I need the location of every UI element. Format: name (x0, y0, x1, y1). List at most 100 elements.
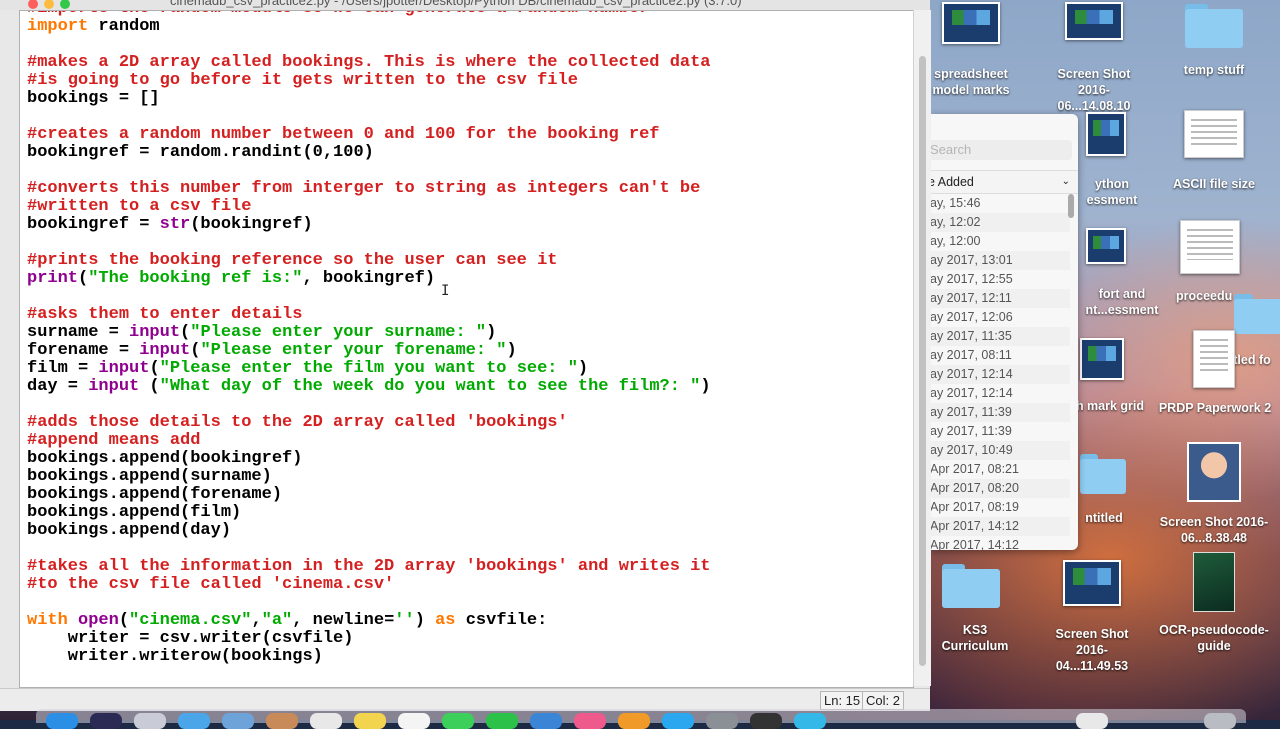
code-line[interactable]: #written to a csv file (27, 198, 711, 216)
desktop-icon-spreadsheet-model-marks[interactable]: spreadsheet model marks (930, 2, 1012, 98)
finder-list-item[interactable]: Apr 2017, 14:12 (930, 536, 1070, 550)
finder-list-item[interactable]: Apr 2017, 08:21 (930, 460, 1070, 479)
finder-list-item[interactable]: Apr 2017, 14:12 (930, 517, 1070, 536)
vertical-scrollbar[interactable] (913, 10, 931, 686)
finder-list-item[interactable]: ay 2017, 11:39 (930, 403, 1070, 422)
code-line[interactable]: #creates a random number between 0 and 1… (27, 126, 711, 144)
code-line[interactable]: bookings.append(surname) (27, 468, 711, 486)
finder-list-item[interactable]: ay 2017, 11:39 (930, 422, 1070, 441)
finder-list-item[interactable]: ay 2017, 11:35 (930, 327, 1070, 346)
finder-list-item[interactable]: ay 2017, 08:11 (930, 346, 1070, 365)
trash-dock-icon[interactable] (1204, 713, 1236, 729)
scrollbar-thumb[interactable] (919, 56, 926, 666)
finder-list-item[interactable]: ay 2017, 12:11 (930, 289, 1070, 308)
code-line[interactable]: #prints the booking reference so the use… (27, 252, 711, 270)
zoom-window-icon[interactable] (60, 0, 70, 9)
code-line[interactable]: forename = input("Please enter your fore… (27, 342, 711, 360)
code-line[interactable] (27, 540, 711, 558)
code-line[interactable]: bookings.append(film) (27, 504, 711, 522)
desktop-folder-ks3-curriculum[interactable]: KS3 Curriculum (930, 560, 1020, 654)
code-line[interactable] (27, 108, 711, 126)
finder-list-item[interactable]: ay 2017, 12:06 (930, 308, 1070, 327)
finder-search-input[interactable]: Search (930, 140, 1072, 160)
code-line[interactable] (27, 396, 711, 414)
code-line[interactable]: print("The booking ref is:", bookingref) (27, 270, 711, 288)
code-line[interactable]: #takes all the information in the 2D arr… (27, 558, 711, 576)
finder-list-item[interactable]: ay 2017, 13:01 (930, 251, 1070, 270)
desktop-icon-python-assessment[interactable]: ython essment (1080, 112, 1144, 208)
finder-dock-icon[interactable] (46, 713, 78, 729)
code-line[interactable]: #makes a 2D array called bookings. This … (27, 54, 711, 72)
code-line[interactable]: bookings.append(day) (27, 522, 711, 540)
desktop-icon-screenshot-2[interactable]: Screen Shot 2016-06...8.38.48 (1156, 442, 1272, 546)
code-line[interactable]: bookingref = random.randint(0,100) (27, 144, 711, 162)
code-line[interactable]: #append means add (27, 432, 711, 450)
code-line[interactable]: bookings = [] (27, 90, 711, 108)
finder-list-item[interactable]: ay, 15:46 (930, 194, 1070, 213)
finder-list-item[interactable]: ay 2017, 12:55 (930, 270, 1070, 289)
finder-list-item[interactable]: Apr 2017, 08:20 (930, 479, 1070, 498)
finder-list-item[interactable]: ay, 12:02 (930, 213, 1070, 232)
terminal-dock-icon[interactable] (750, 713, 782, 729)
code-line[interactable]: surname = input("Please enter your surna… (27, 324, 711, 342)
code-line[interactable]: import random (27, 18, 711, 36)
code-line[interactable] (27, 594, 711, 612)
code-line[interactable]: bookingref = str(bookingref) (27, 216, 711, 234)
system-preferences-dock-icon[interactable] (706, 713, 738, 729)
desktop-folder-untitled[interactable]: ntitled (1074, 452, 1134, 526)
desktop-icon-screenshot-3[interactable]: Screen Shot 2016-04...11.49.53 (1040, 560, 1144, 674)
code-line[interactable]: writer.writerow(bookings) (27, 648, 711, 666)
finder-list-item[interactable]: ay 2017, 12:14 (930, 384, 1070, 403)
source-code[interactable]: #imports the random module so we can gen… (27, 11, 711, 666)
finder-list-item[interactable]: Apr 2017, 08:19 (930, 498, 1070, 517)
finder-list-item[interactable]: ay 2017, 12:14 (930, 365, 1070, 384)
safari-dock-icon[interactable] (178, 713, 210, 729)
siri-dock-icon[interactable] (90, 713, 122, 729)
reminders-dock-icon[interactable] (398, 713, 430, 729)
code-line[interactable] (27, 36, 711, 54)
code-text-area[interactable]: #imports the random module so we can gen… (19, 10, 914, 688)
finder-window[interactable]: Search e Added ⌄ ay, 15:46 ay, 12:02 ay, 1… (930, 114, 1078, 550)
code-line[interactable] (27, 288, 711, 306)
desktop-icon-ocr-pseudocode-guide[interactable]: OCR-pseudocode-guide (1154, 552, 1274, 654)
code-line[interactable]: film = input("Please enter the film you … (27, 360, 711, 378)
desktop-folder-temp-stuff[interactable]: temp stuff (1172, 2, 1256, 78)
code-line[interactable] (27, 234, 711, 252)
finder-sort-header[interactable]: e Added ⌄ (930, 170, 1078, 194)
code-line[interactable]: writer = csv.writer(csvfile) (27, 630, 711, 648)
code-line[interactable]: day = input ("What day of the week do yo… (27, 378, 711, 396)
desktop-icon-prdp-paperwork-2[interactable]: PRDP Paperwork 2 (1155, 330, 1275, 416)
code-line[interactable]: #adds those details to the 2D array call… (27, 414, 711, 432)
document-dock-icon[interactable] (1076, 713, 1108, 729)
close-window-icon[interactable] (28, 0, 38, 9)
launchpad-dock-icon[interactable] (134, 713, 166, 729)
books-dock-icon[interactable] (618, 713, 650, 729)
facetime-dock-icon[interactable] (486, 713, 518, 729)
contacts-dock-icon[interactable] (266, 713, 298, 729)
desktop-icon-screenshot-1[interactable]: Screen Shot 2016-06...14.08.10 (1048, 2, 1140, 114)
notes-dock-icon[interactable] (354, 713, 386, 729)
code-line[interactable]: #is going to go before it gets written t… (27, 72, 711, 90)
finder-list-item[interactable]: ay 2017, 10:49 (930, 441, 1070, 460)
minimize-window-icon[interactable] (44, 0, 54, 9)
itunes-dock-icon[interactable] (574, 713, 606, 729)
keynote-dock-icon[interactable] (530, 713, 562, 729)
app-store-dock-icon[interactable] (662, 713, 694, 729)
app-dock-icon[interactable] (794, 713, 826, 729)
code-line[interactable]: #converts this number from interger to s… (27, 180, 711, 198)
code-line[interactable]: #to the csv file called 'cinema.csv' (27, 576, 711, 594)
desktop-icon-effort-assessment[interactable]: fort and nt...essment (1080, 228, 1164, 318)
mail-dock-icon[interactable] (222, 713, 254, 729)
code-line[interactable] (27, 162, 711, 180)
code-line[interactable]: bookings.append(bookingref) (27, 450, 711, 468)
calendar-dock-icon[interactable] (310, 713, 342, 729)
desktop-icon-mark-grid[interactable]: h mark grid (1068, 338, 1152, 414)
desktop-icon-ascii-file-size[interactable]: ASCII file size (1168, 110, 1260, 192)
code-line[interactable]: bookings.append(forename) (27, 486, 711, 504)
finder-list-item[interactable]: ay, 12:00 (930, 232, 1070, 251)
messages-dock-icon[interactable] (442, 713, 474, 729)
code-line[interactable]: #asks them to enter details (27, 306, 711, 324)
dock[interactable] (36, 709, 1246, 729)
code-line[interactable]: with open("cinema.csv","a", newline='') … (27, 612, 711, 630)
finder-scrollbar[interactable] (1068, 194, 1074, 218)
